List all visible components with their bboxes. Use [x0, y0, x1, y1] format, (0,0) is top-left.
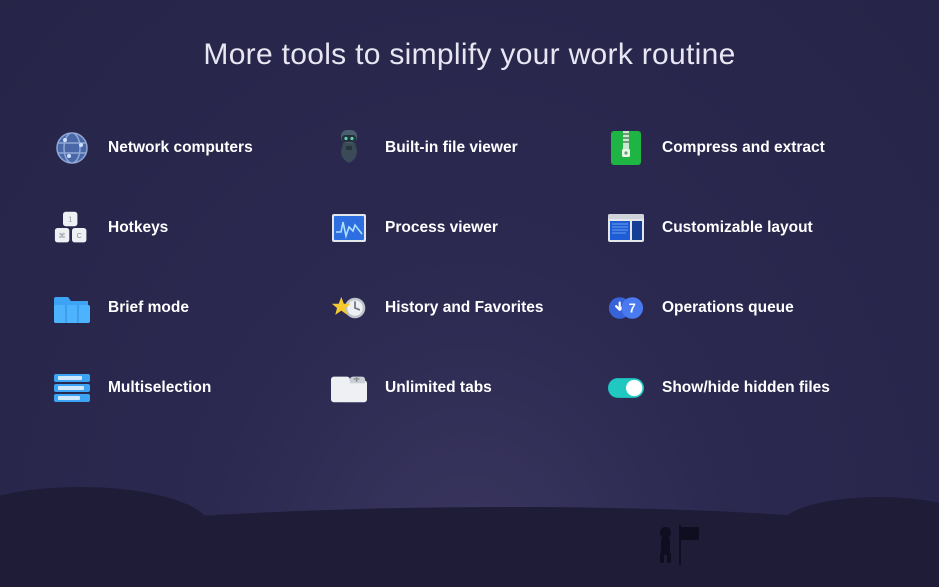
feature-brief-mode: Brief mode [54, 290, 331, 326]
feature-file-viewer: Built-in file viewer [331, 130, 608, 166]
robot-icon [331, 130, 367, 166]
features-grid: Network computers Built-in file viewer [0, 72, 939, 406]
svg-text:C: C [77, 231, 82, 240]
layout-icon [608, 210, 644, 246]
feature-label: Customizable layout [662, 219, 813, 237]
feature-unlimited-tabs: Unlimited tabs [331, 370, 608, 406]
feature-history-favorites: History and Favorites [331, 290, 608, 326]
feature-network-computers: Network computers [54, 130, 331, 166]
multiselection-icon [54, 370, 90, 406]
feature-layout: Customizable layout [608, 210, 885, 246]
network-icon [54, 130, 90, 166]
svg-text:⌘: ⌘ [59, 231, 66, 240]
folder-icon [54, 290, 90, 326]
page-title: More tools to simplify your work routine [0, 0, 939, 72]
feature-label: Compress and extract [662, 139, 825, 157]
toggle-icon [608, 370, 644, 406]
feature-label: Show/hide hidden files [662, 379, 830, 397]
feature-label: Unlimited tabs [385, 379, 492, 397]
zip-icon [608, 130, 644, 166]
feature-compress: Compress and extract [608, 130, 885, 166]
process-icon [331, 210, 367, 246]
astronaut-decoration [657, 527, 675, 563]
feature-label: History and Favorites [385, 299, 544, 317]
svg-text:7: 7 [629, 302, 636, 316]
feature-label: Process viewer [385, 219, 498, 237]
queue-icon: 7 [608, 290, 644, 326]
feature-label: Operations queue [662, 299, 794, 317]
svg-text:1: 1 [68, 215, 72, 224]
feature-hidden-files: Show/hide hidden files [608, 370, 885, 406]
ground-decoration [0, 507, 939, 587]
feature-label: Built-in file viewer [385, 139, 518, 157]
feature-label: Network computers [108, 139, 253, 157]
feature-label: Brief mode [108, 299, 189, 317]
feature-process-viewer: Process viewer [331, 210, 608, 246]
feature-operations-queue: 7 Operations queue [608, 290, 885, 326]
feature-label: Hotkeys [108, 219, 168, 237]
flag-decoration [679, 525, 701, 565]
history-favorites-icon [331, 290, 367, 326]
feature-multiselection: Multiselection [54, 370, 331, 406]
feature-hotkeys: 1 ⌘ C Hotkeys [54, 210, 331, 246]
hotkeys-icon: 1 ⌘ C [54, 210, 90, 246]
feature-label: Multiselection [108, 379, 211, 397]
tabs-icon [331, 370, 367, 406]
